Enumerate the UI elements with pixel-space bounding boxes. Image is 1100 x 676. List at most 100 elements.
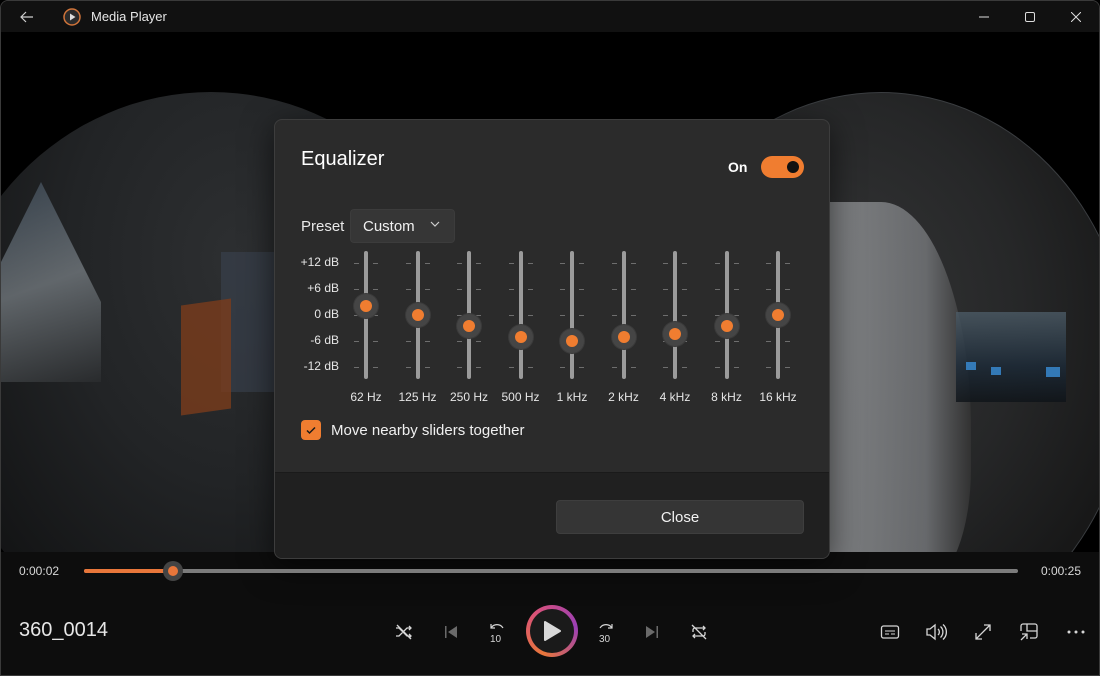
close-button[interactable]: Close <box>556 500 804 534</box>
shuffle-button[interactable] <box>389 618 419 646</box>
db-label: +6 dB <box>307 281 339 295</box>
eq-slider-thumb[interactable] <box>611 324 636 349</box>
media-player-icon <box>63 7 81 26</box>
previous-button[interactable] <box>436 618 466 646</box>
dialog-footer: Close <box>275 472 829 558</box>
eq-slider-track[interactable] <box>570 251 574 379</box>
eq-band-1khz: 1 kHz <box>552 251 592 404</box>
eq-band-500hz: 500 Hz <box>501 251 541 404</box>
eq-tick-mark <box>579 367 584 368</box>
eq-tick-mark <box>611 263 617 264</box>
eq-tick-mark <box>733 367 739 368</box>
minimize-icon <box>979 16 989 17</box>
seek-slider[interactable] <box>84 561 1018 581</box>
eq-tick-mark <box>785 263 790 264</box>
eq-slider-thumb[interactable] <box>405 303 430 327</box>
db-label: 0 dB <box>314 307 339 321</box>
eq-tick-mark <box>766 263 771 264</box>
eq-band-4khz: 4 kHz <box>655 251 695 404</box>
eq-slider-thumb[interactable] <box>508 324 533 349</box>
volume-button[interactable] <box>921 618 951 646</box>
next-button[interactable] <box>637 618 667 646</box>
close-icon <box>1071 11 1081 22</box>
eq-slider-track[interactable] <box>621 251 626 379</box>
eq-tick-mark <box>630 289 636 290</box>
eq-tick-mark <box>457 341 462 342</box>
eq-tick-mark <box>354 367 359 368</box>
equalizer-dialog: Equalizer On Preset Custom +12 dB +6 dB 0 … <box>274 119 830 559</box>
repeat-off-icon <box>691 624 707 640</box>
media-title: 360_0014 <box>19 619 108 641</box>
miniplayer-icon <box>1020 623 1038 641</box>
eq-slider-track[interactable] <box>518 251 523 379</box>
minimize-button[interactable] <box>961 1 1007 32</box>
eq-tick-mark <box>682 263 687 264</box>
eq-band-16khz: 16 kHz <box>758 251 798 404</box>
dialog-title: Equalizer <box>301 148 385 170</box>
eq-tick-mark <box>579 289 584 290</box>
eq-tick-mark <box>714 341 720 342</box>
eq-band-250hz: 250 Hz <box>449 251 489 404</box>
eq-band-frequency-label: 16 kHz <box>759 390 797 404</box>
equalizer-toggle[interactable] <box>761 156 804 178</box>
app-title: Media Player <box>91 9 167 24</box>
eq-tick-mark <box>630 263 636 264</box>
back-button[interactable] <box>1 1 53 32</box>
eq-tick-mark <box>457 367 462 368</box>
eq-tick-mark <box>785 341 790 342</box>
rewind-10-icon: 10 <box>490 624 504 644</box>
eq-tick-mark <box>476 263 481 264</box>
eq-tick-mark <box>630 367 636 368</box>
eq-slider-thumb[interactable] <box>714 313 739 338</box>
more-options-button[interactable] <box>1061 618 1091 646</box>
eq-tick-mark <box>354 263 359 264</box>
eq-slider-thumb[interactable] <box>560 329 584 353</box>
maximize-button[interactable] <box>1007 1 1053 32</box>
video-monitor <box>966 362 976 370</box>
eq-slider-thumb[interactable] <box>457 313 481 338</box>
db-label: +12 dB <box>300 255 339 269</box>
eq-tick-mark <box>579 263 584 264</box>
eq-tick-mark <box>354 341 359 342</box>
eq-slider-thumb[interactable] <box>663 321 687 346</box>
eq-tick-mark <box>682 315 687 316</box>
eq-tick-mark <box>766 341 771 342</box>
play-icon <box>544 621 561 641</box>
move-sliders-together-checkbox[interactable] <box>301 420 321 440</box>
eq-band-62hz: 62 Hz <box>346 251 386 404</box>
repeat-button[interactable] <box>684 618 714 646</box>
eq-tick-mark <box>733 341 739 342</box>
captions-button[interactable] <box>875 618 905 646</box>
eq-tick-mark <box>476 367 481 368</box>
eq-tick-mark <box>560 263 565 264</box>
eq-tick-mark <box>424 263 430 264</box>
eq-tick-mark <box>714 263 720 264</box>
rewind-10-button[interactable]: 10 <box>482 618 512 646</box>
eq-tick-mark <box>476 289 481 290</box>
eq-tick-mark <box>424 367 430 368</box>
eq-tick-mark <box>560 289 565 290</box>
eq-tick-mark <box>663 367 668 368</box>
preset-dropdown[interactable]: Custom <box>350 209 455 243</box>
eq-tick-mark <box>714 289 720 290</box>
eq-tick-mark <box>630 315 636 316</box>
eq-tick-mark <box>560 367 565 368</box>
seek-thumb[interactable] <box>162 561 183 581</box>
fullscreen-icon <box>975 624 991 640</box>
eq-band-8khz: 8 kHz <box>707 251 747 404</box>
more-options-icon <box>1067 630 1085 634</box>
fullscreen-button[interactable] <box>968 618 998 646</box>
eq-slider-thumb[interactable] <box>766 303 790 327</box>
eq-tick-mark <box>611 367 617 368</box>
move-sliders-together-label[interactable]: Move nearby sliders together <box>331 422 524 439</box>
miniplayer-button[interactable] <box>1014 618 1044 646</box>
forward-30-button[interactable]: 30 <box>591 618 621 646</box>
svg-text:30: 30 <box>599 634 611 644</box>
play-button[interactable] <box>526 605 578 657</box>
eq-tick-mark <box>373 289 378 290</box>
eq-tick-mark <box>733 289 739 290</box>
equalizer-toggle-label: On <box>728 159 748 175</box>
eq-tick-mark <box>457 289 462 290</box>
eq-slider-track[interactable] <box>673 251 677 379</box>
close-window-button[interactable] <box>1053 1 1099 32</box>
